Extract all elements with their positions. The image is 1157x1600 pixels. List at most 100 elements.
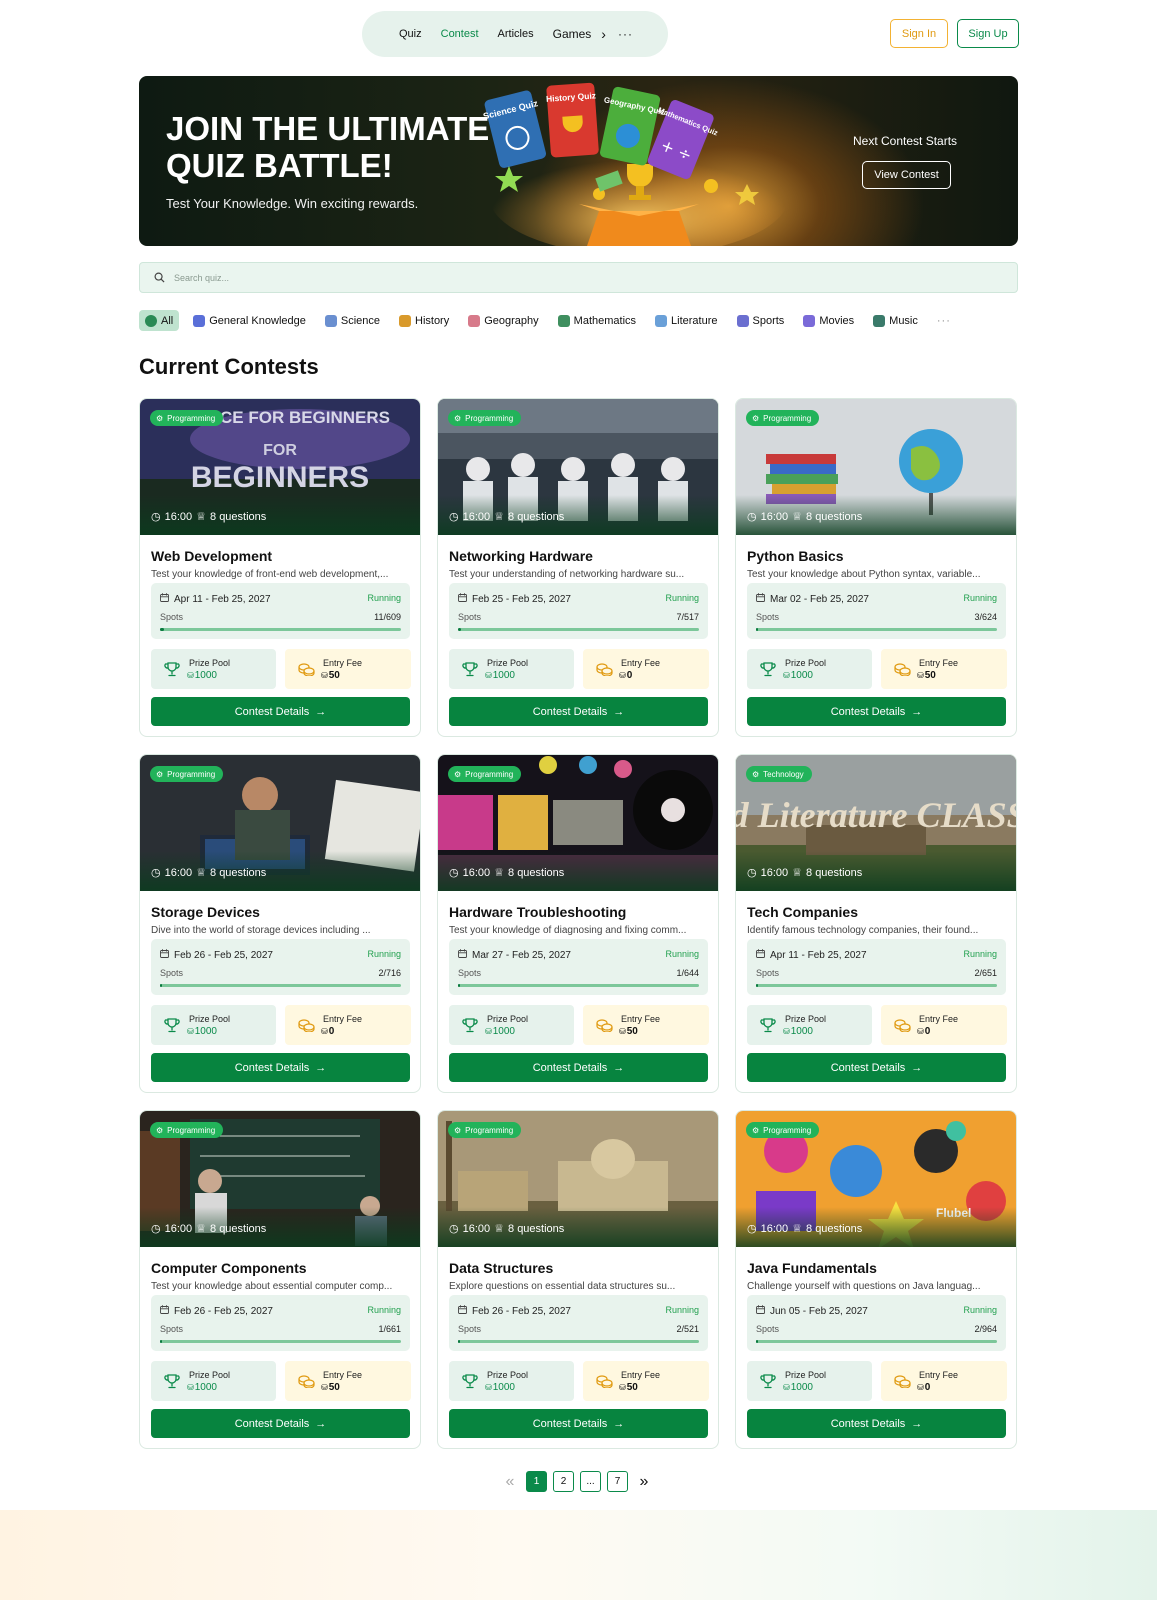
coins-icon xyxy=(291,1018,321,1032)
prize-pool-box: Prize Pool ⛁ 1000 xyxy=(747,1005,872,1045)
category-music[interactable]: Music xyxy=(873,310,918,331)
contest-meta: ◷ 16:00 ♕ 8 questions xyxy=(747,866,863,880)
search-input[interactable] xyxy=(174,272,874,283)
arrow-right-icon: → xyxy=(315,1417,327,1430)
category-mathematics[interactable]: Mathematics xyxy=(557,310,636,331)
contest-image: ⚙ Programming ◷ 16:00 ♕ 8 questions xyxy=(438,1111,718,1247)
fee-label: Entry Fee xyxy=(621,1013,661,1024)
question-icon: ♕ xyxy=(792,867,803,879)
contest-details-button[interactable]: Contest Details → xyxy=(449,1053,708,1082)
category-movies[interactable]: Movies xyxy=(803,310,854,331)
status-badge: Running xyxy=(665,949,699,959)
contest-info-panel: Mar 02 - Feb 25, 2027 Running Spots 3/62… xyxy=(747,583,1006,639)
contest-card[interactable]: ⚙ Programming ◷ 16:00 ♕ 8 questions Netw… xyxy=(437,398,719,737)
prize-label: Prize Pool xyxy=(487,1013,529,1024)
status-badge: Running xyxy=(367,593,401,603)
page-button[interactable]: 7 xyxy=(607,1471,628,1492)
nav-quiz[interactable]: Quiz xyxy=(399,28,422,40)
next-page-icon[interactable]: » xyxy=(634,1473,654,1491)
more-categories-icon[interactable]: ··· xyxy=(937,315,951,327)
page-button[interactable]: ... xyxy=(580,1471,601,1492)
contest-card[interactable]: ⚙ Programming ◷ 16:00 ♕ 8 questions Data… xyxy=(437,1110,719,1449)
trophy-icon xyxy=(157,661,187,677)
view-contest-button[interactable]: View Contest xyxy=(862,161,951,189)
spots-count: 7/517 xyxy=(676,612,699,622)
category-tag: ⚙ Programming xyxy=(746,1122,820,1138)
contest-details-button[interactable]: Contest Details → xyxy=(449,697,708,726)
coin-icon: ⛁ xyxy=(321,670,328,680)
contest-details-button[interactable]: Contest Details → xyxy=(747,1409,1006,1438)
fee-amount: 50 xyxy=(626,1025,638,1037)
chevron-right-icon[interactable]: › xyxy=(601,26,606,42)
contest-card[interactable]: ⚙ Programming ◷ 16:00 ♕ 8 questions Hard… xyxy=(437,754,719,1093)
all-icon xyxy=(145,314,157,327)
contest-meta: ◷ 16:00 ♕ 8 questions xyxy=(151,1222,266,1236)
contest-details-button[interactable]: Contest Details → xyxy=(449,1409,708,1438)
contest-info-panel: Feb 26 - Feb 25, 2027 Running Spots 2/52… xyxy=(449,1295,708,1351)
contest-details-button[interactable]: Contest Details → xyxy=(747,1053,1006,1082)
contest-card[interactable]: CE FOR BEGINNERS FOR BEGINNERS ⚙ Program… xyxy=(139,398,421,737)
prize-amount: 1000 xyxy=(194,1381,217,1393)
contest-details-button[interactable]: Contest Details → xyxy=(747,697,1006,726)
contest-title: Java Fundamentals xyxy=(747,1260,877,1276)
contest-date: Mar 27 - Feb 25, 2027 xyxy=(458,949,571,961)
nav-articles[interactable]: Articles xyxy=(498,28,534,40)
page-button[interactable]: 1 xyxy=(526,1471,547,1492)
category-history[interactable]: History xyxy=(399,310,449,331)
question-count: 8 questions xyxy=(806,866,863,879)
spots-label: Spots xyxy=(458,968,482,978)
contest-card[interactable]: ⚙ Programming ◷ 16:00 ♕ 8 questions Pyth… xyxy=(735,398,1017,737)
prize-pool-box: Prize Pool ⛁ 1000 xyxy=(449,1361,574,1401)
clock-icon: ◷ xyxy=(449,867,459,879)
search-icon xyxy=(154,272,165,283)
trophy-icon xyxy=(753,1373,783,1389)
category-science[interactable]: Science xyxy=(324,310,380,331)
category-general-knowledge[interactable]: General Knowledge xyxy=(193,310,306,331)
category-all[interactable]: All xyxy=(139,310,180,331)
coin-icon: ⛁ xyxy=(783,1382,790,1392)
page-button[interactable]: 2 xyxy=(553,1471,574,1492)
contest-time: 16:00 xyxy=(164,866,193,879)
contest-card[interactable]: Flubel ⚙ Programming ◷ 16:00 ♕ 8 questio… xyxy=(735,1110,1017,1449)
category-geography[interactable]: Geography xyxy=(468,310,539,331)
tag-label: Programming xyxy=(763,1125,812,1135)
category-label: Movies xyxy=(819,314,855,327)
hero-banner: JOIN THE ULTIMATE QUIZ BATTLE! Test Your… xyxy=(139,76,1018,246)
contest-details-button[interactable]: Contest Details → xyxy=(151,1409,410,1438)
sign-up-button[interactable]: Sign Up xyxy=(957,19,1019,48)
contest-details-button[interactable]: Contest Details → xyxy=(151,1053,410,1082)
contest-card[interactable]: ⚙ Programming ◷ 16:00 ♕ 8 questions Stor… xyxy=(139,754,421,1093)
contest-card[interactable]: World Literature CLASSICS ⚙ Technology ◷… xyxy=(735,754,1017,1093)
next-contest-label: Next Contest Starts xyxy=(853,134,958,148)
fee-label: Entry Fee xyxy=(919,1369,959,1380)
contest-time: 16:00 xyxy=(760,866,789,879)
contest-card[interactable]: ⚙ Programming ◷ 16:00 ♕ 8 questions Comp… xyxy=(139,1110,421,1449)
nav-contest[interactable]: Contest xyxy=(441,28,479,40)
arrow-right-icon: → xyxy=(911,705,923,718)
category-literature[interactable]: Literature xyxy=(655,310,718,331)
fee-value: ⛁ 50 xyxy=(321,1381,362,1394)
contest-meta: ◷ 16:00 ♕ 8 questions xyxy=(747,1222,862,1236)
clock-icon: ◷ xyxy=(747,867,757,879)
sign-in-button[interactable]: Sign In xyxy=(890,19,948,48)
top-nav: Quiz Contest Articles Games › ··· xyxy=(362,11,668,57)
spots-label: Spots xyxy=(458,1324,482,1334)
more-icon[interactable]: ··· xyxy=(618,27,633,41)
coin-icon: ⛁ xyxy=(619,670,626,680)
prev-page-icon[interactable]: « xyxy=(500,1473,520,1491)
question-icon: ♕ xyxy=(494,867,505,879)
nav-games[interactable]: Games xyxy=(553,27,592,41)
category-sports[interactable]: Sports xyxy=(736,310,784,331)
fee-value: ⛁ 50 xyxy=(619,1381,660,1394)
contest-details-button[interactable]: Contest Details → xyxy=(151,697,410,726)
spots-progress-bar xyxy=(756,1340,997,1343)
contest-image: Flubel ⚙ Programming ◷ 16:00 ♕ 8 questio… xyxy=(736,1111,1016,1247)
contest-image: World Literature CLASSICS ⚙ Technology ◷… xyxy=(736,755,1016,891)
contest-title: Networking Hardware xyxy=(449,548,593,564)
date-range: Feb 26 - Feb 25, 2027 xyxy=(472,1305,571,1317)
arrow-right-icon: → xyxy=(613,1061,625,1074)
status-badge: Running xyxy=(963,1305,997,1315)
spots-count: 1/644 xyxy=(676,968,699,978)
contest-time: 16:00 xyxy=(760,510,789,523)
coins-icon xyxy=(589,662,619,676)
